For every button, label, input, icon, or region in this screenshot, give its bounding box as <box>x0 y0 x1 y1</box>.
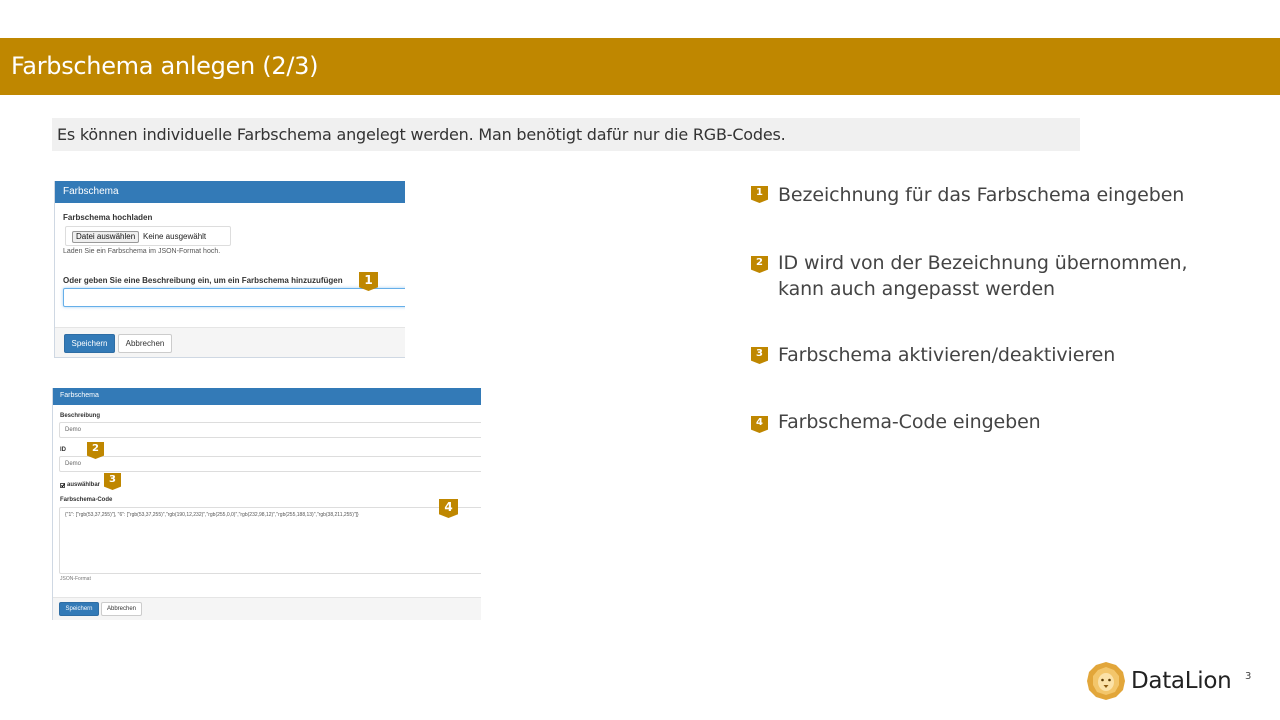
id-value: Demo <box>65 461 82 467</box>
lion-head-icon <box>1087 662 1125 700</box>
edit-panel-screenshot: Farbschema Beschreibung Demo ID Demo aus… <box>52 388 481 620</box>
panel-header-title: Farbschema <box>63 186 119 197</box>
intro-box: Es können individuelle Farbschema angele… <box>52 118 1080 151</box>
code-label: Farbschema-Code <box>60 497 113 503</box>
choose-file-button[interactable]: Datei auswählen <box>72 231 140 243</box>
marker-3: 3 <box>104 473 121 490</box>
step-1-text: Bezeichnung für das Farbschema eingeben <box>778 184 1185 206</box>
cancel-button[interactable]: Abbrechen <box>101 602 142 616</box>
selectable-label: auswählbar <box>67 482 101 488</box>
step-1-marker: 1 <box>751 186 768 203</box>
cancel-button[interactable]: Abbrechen <box>118 334 172 353</box>
step-3-text: Farbschema aktivieren/deaktivieren <box>778 344 1116 366</box>
brand-name: DataLion <box>1131 668 1232 694</box>
id-label: ID <box>60 447 66 453</box>
panel-header: Farbschema <box>53 388 481 405</box>
description-label: Oder geben Sie eine Beschreibung ein, um… <box>63 276 343 285</box>
title-bar: Farbschema anlegen (2/3) <box>0 38 1280 95</box>
panel-header: Farbschema <box>55 181 405 203</box>
upload-label: Farbschema hochladen <box>63 213 153 222</box>
save-button[interactable]: Speichern <box>64 334 115 353</box>
page-number: 3 <box>1245 671 1252 682</box>
step-4-text: Farbschema-Code eingeben <box>778 411 1041 433</box>
step-3-marker: 3 <box>751 347 768 364</box>
beschreibung-input[interactable]: Demo <box>59 422 481 438</box>
code-help-text: JSON-Format <box>60 576 91 582</box>
step-2-marker: 2 <box>751 256 768 273</box>
file-input[interactable]: Datei auswählen Keine ausgewählt <box>65 226 231 246</box>
upload-panel-screenshot: Farbschema Farbschema hochladen Datei au… <box>54 181 405 358</box>
description-input[interactable] <box>63 288 405 307</box>
step-2-text: ID wird von der Bezeichnung übernommen, … <box>778 252 1188 300</box>
beschreibung-label: Beschreibung <box>60 413 101 419</box>
upload-help-text: Laden Sie ein Farbschema im JSON-Format … <box>63 248 221 255</box>
panel-header-title: Farbschema <box>60 392 99 399</box>
marker-4: 4 <box>439 499 458 518</box>
id-input[interactable]: Demo <box>59 456 481 472</box>
marker-2: 2 <box>87 442 104 459</box>
step-4-marker: 4 <box>751 416 768 433</box>
marker-1: 1 <box>359 272 378 291</box>
selectable-checkbox[interactable] <box>60 483 65 488</box>
beschreibung-value: Demo <box>65 427 82 433</box>
code-value: {"1": ["rgb(53,37,255)"], "6": ["rgb(53,… <box>65 512 359 518</box>
code-textarea[interactable]: {"1": ["rgb(53,37,255)"], "6": ["rgb(53,… <box>59 507 481 574</box>
intro-text: Es können individuelle Farbschema angele… <box>57 125 786 144</box>
slide-title: Farbschema anlegen (2/3) <box>11 52 319 80</box>
file-status: Keine ausgewählt <box>143 232 207 241</box>
save-button[interactable]: Speichern <box>59 602 99 616</box>
